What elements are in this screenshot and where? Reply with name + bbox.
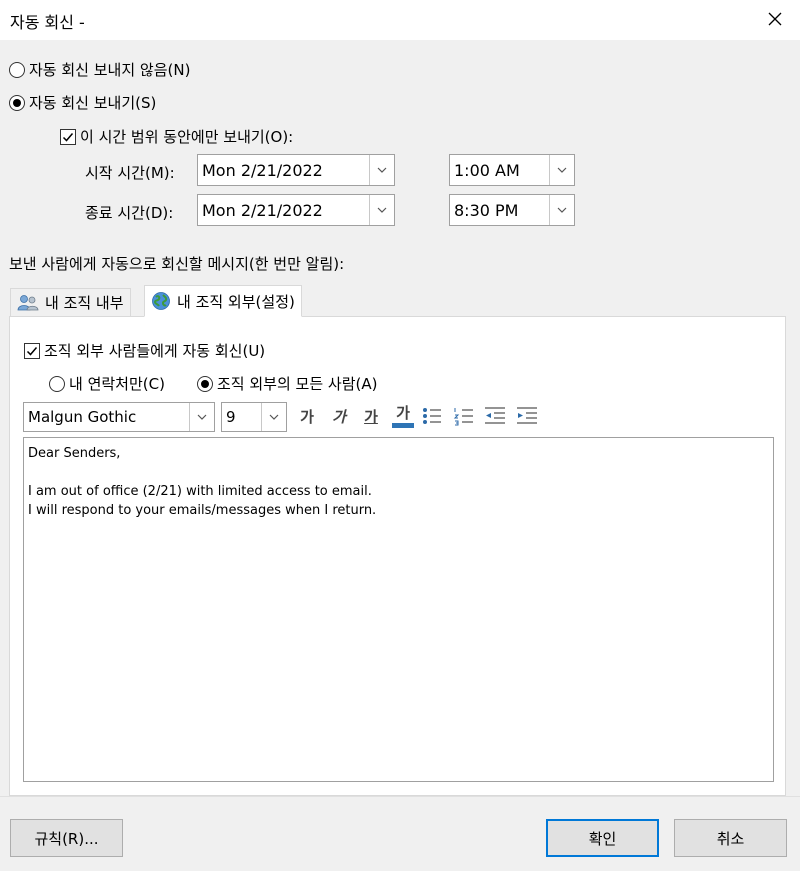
outside-auto-reply-label: 조직 외부 사람들에게 자동 회신(U): [44, 342, 266, 360]
contacts-only-radio[interactable]: [49, 375, 65, 392]
end-time-dropdown[interactable]: [549, 195, 574, 225]
everyone-outside-option[interactable]: 조직 외부의 모든 사람(A): [197, 373, 377, 394]
font-color-swatch: [392, 423, 414, 428]
tab-inside-organization[interactable]: 내 조직 내부: [10, 288, 131, 316]
decrease-indent-icon: [485, 407, 505, 424]
bullet-list-button[interactable]: [420, 404, 444, 428]
send-auto-reply-label: 자동 회신 보내기(S): [29, 94, 157, 112]
message-section-label: 보낸 사람에게 자동으로 회신할 메시지(한 번만 알림):: [9, 255, 345, 273]
chevron-down-icon: [269, 414, 279, 420]
start-date-dropdown[interactable]: [369, 155, 394, 185]
rules-button[interactable]: 규칙(R)...: [10, 819, 123, 857]
ok-button[interactable]: 확인: [546, 819, 659, 857]
contacts-only-option[interactable]: 내 연락처만(C): [49, 373, 165, 394]
no-auto-reply-label: 자동 회신 보내지 않음(N): [29, 61, 191, 79]
bold-button[interactable]: 가: [294, 403, 320, 429]
close-icon: [768, 12, 782, 26]
no-auto-reply-option[interactable]: 자동 회신 보내지 않음(N): [9, 59, 190, 80]
time-range-checkbox[interactable]: [60, 128, 76, 145]
everyone-outside-radio[interactable]: [197, 375, 213, 392]
end-time-picker[interactable]: 8:30 PM: [449, 194, 575, 226]
footer-divider: [0, 796, 800, 797]
checkmark-icon: [62, 132, 74, 142]
chevron-down-icon: [557, 167, 567, 173]
font-color-button[interactable]: 가: [390, 403, 416, 429]
tab-inside-label: 내 조직 내부: [45, 294, 124, 312]
numbered-list-icon: [453, 408, 473, 426]
message-editor[interactable]: Dear Senders, I am out of office (2/21) …: [23, 437, 774, 782]
font-size-select[interactable]: 9: [221, 402, 287, 432]
people-icon: [17, 294, 39, 310]
chevron-down-icon: [197, 414, 207, 420]
message-line: Dear Senders,: [28, 446, 121, 461]
globe-icon: [152, 292, 170, 310]
start-time-label: 시작 시간(M):: [85, 164, 175, 182]
time-range-option[interactable]: 이 시간 범위 동안에만 보내기(O):: [60, 126, 293, 147]
end-date-value[interactable]: Mon 2/21/2022: [198, 195, 369, 225]
font-name-value[interactable]: Malgun Gothic: [24, 403, 189, 431]
increase-indent-button[interactable]: [515, 404, 539, 428]
bullet-list-icon: [423, 408, 441, 424]
no-auto-reply-radio[interactable]: [9, 61, 25, 78]
everyone-outside-label: 조직 외부의 모든 사람(A): [217, 375, 378, 393]
send-auto-reply-radio[interactable]: [9, 94, 25, 111]
end-time-value[interactable]: 8:30 PM: [450, 195, 549, 225]
font-size-dropdown[interactable]: [261, 403, 286, 431]
tab-outside-organization[interactable]: 내 조직 외부(설정): [144, 285, 302, 317]
send-auto-reply-option[interactable]: 자동 회신 보내기(S): [9, 92, 156, 113]
contacts-only-label: 내 연락처만(C): [69, 375, 165, 393]
font-name-dropdown[interactable]: [189, 403, 214, 431]
start-date-picker[interactable]: Mon 2/21/2022: [197, 154, 395, 186]
font-name-select[interactable]: Malgun Gothic: [23, 402, 215, 432]
start-time-picker[interactable]: 1:00 AM: [449, 154, 575, 186]
cancel-button[interactable]: 취소: [674, 819, 787, 857]
message-line: I will respond to your emails/messages w…: [28, 503, 377, 518]
italic-button[interactable]: 가: [326, 403, 352, 429]
time-range-label: 이 시간 범위 동안에만 보내기(O):: [80, 128, 294, 146]
chevron-down-icon: [377, 167, 387, 173]
title-bar: [0, 0, 800, 40]
decrease-indent-button[interactable]: [483, 404, 507, 428]
start-time-dropdown[interactable]: [549, 155, 574, 185]
message-line: [28, 463, 769, 482]
close-button[interactable]: [760, 4, 790, 34]
outside-auto-reply-option[interactable]: 조직 외부 사람들에게 자동 회신(U): [24, 340, 265, 361]
increase-indent-icon: [517, 407, 537, 424]
outside-auto-reply-checkbox[interactable]: [24, 342, 40, 359]
chevron-down-icon: [557, 207, 567, 213]
start-time-value[interactable]: 1:00 AM: [450, 155, 549, 185]
chevron-down-icon: [377, 207, 387, 213]
font-color-glyph: 가: [396, 404, 410, 422]
font-size-value[interactable]: 9: [222, 403, 261, 431]
tab-outside-label: 내 조직 외부(설정): [177, 292, 295, 311]
checkmark-icon: [26, 346, 38, 356]
end-time-label: 종료 시간(D):: [85, 204, 174, 222]
end-date-dropdown[interactable]: [369, 195, 394, 225]
start-date-value[interactable]: Mon 2/21/2022: [198, 155, 369, 185]
message-line: I am out of office (2/21) with limited a…: [28, 484, 372, 499]
end-date-picker[interactable]: Mon 2/21/2022: [197, 194, 395, 226]
numbered-list-button[interactable]: [452, 404, 476, 428]
window-title: 자동 회신 -: [10, 13, 85, 32]
underline-button[interactable]: 가: [358, 403, 384, 429]
